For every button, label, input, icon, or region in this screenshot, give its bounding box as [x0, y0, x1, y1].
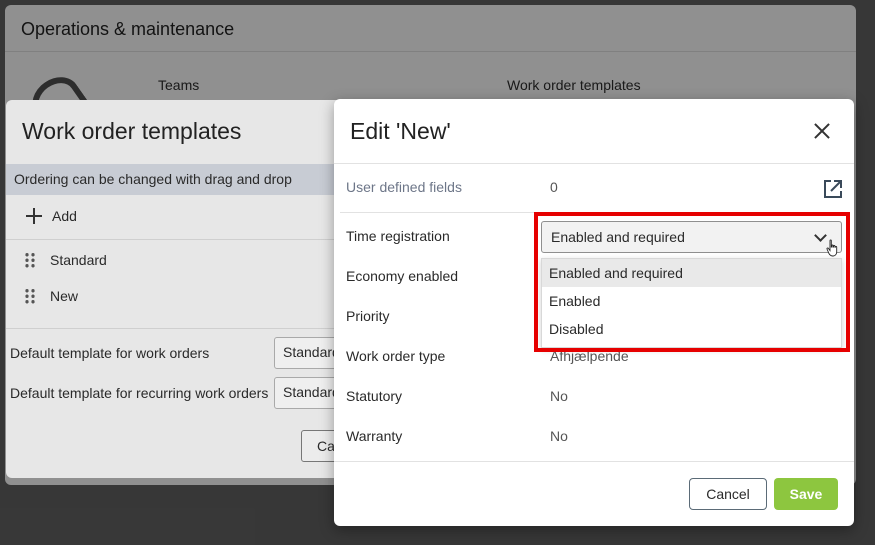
hand-cursor-icon [826, 239, 838, 257]
add-button[interactable]: Add [26, 208, 77, 224]
divider [340, 212, 848, 213]
warranty-label: Warranty [346, 428, 403, 444]
divider [334, 461, 854, 462]
dropdown-option[interactable]: Enabled and required [542, 259, 841, 287]
statutory-value: No [550, 388, 568, 404]
drag-handle-icon[interactable] [24, 252, 36, 268]
list-item[interactable]: Standard [24, 252, 107, 268]
work-order-type-value: Afhjælpende [550, 348, 629, 364]
default-recurring-label: Default template for recurring work orde… [10, 385, 269, 401]
dialog-title: Work order templates [22, 118, 242, 144]
list-item-label: Standard [50, 252, 107, 268]
statutory-label: Statutory [346, 388, 403, 404]
user-defined-fields-label: User defined fields [346, 179, 462, 195]
info-bar: Ordering can be changed with drag and dr… [6, 164, 346, 195]
divider [6, 328, 346, 329]
list-item[interactable]: New [24, 288, 78, 304]
cancel-button[interactable]: Cancel [689, 478, 767, 510]
external-link-icon[interactable] [823, 179, 843, 199]
drag-handle-icon[interactable] [24, 288, 36, 304]
time-registration-select[interactable]: Enabled and required [541, 221, 842, 253]
close-icon[interactable] [812, 121, 832, 141]
select-value: Enabled and required [551, 229, 685, 245]
work-order-type-label: Work order type [346, 348, 446, 364]
edit-template-dialog: Edit 'New' User defined fields 0 Time re… [334, 99, 854, 526]
default-work-orders-label: Default template for work orders [10, 345, 210, 361]
user-defined-fields-value: 0 [550, 179, 558, 195]
add-label: Add [52, 208, 77, 224]
warranty-value: No [550, 428, 568, 444]
plus-icon [26, 208, 42, 224]
dialog-title: Edit 'New' [350, 118, 451, 144]
divider [334, 163, 854, 164]
save-button[interactable]: Save [774, 478, 838, 510]
time-registration-dropdown: Enabled and required Enabled Disabled [541, 258, 842, 348]
time-registration-label: Time registration [346, 228, 450, 244]
priority-label: Priority [346, 308, 390, 324]
dropdown-option[interactable]: Disabled [542, 315, 841, 343]
dropdown-option[interactable]: Enabled [542, 287, 841, 315]
divider [6, 239, 346, 240]
list-item-label: New [50, 288, 79, 304]
economy-enabled-label: Economy enabled [346, 268, 459, 284]
chevron-down-icon [814, 229, 827, 242]
work-order-templates-dialog: Work order templates Ordering can be cha… [6, 100, 346, 478]
